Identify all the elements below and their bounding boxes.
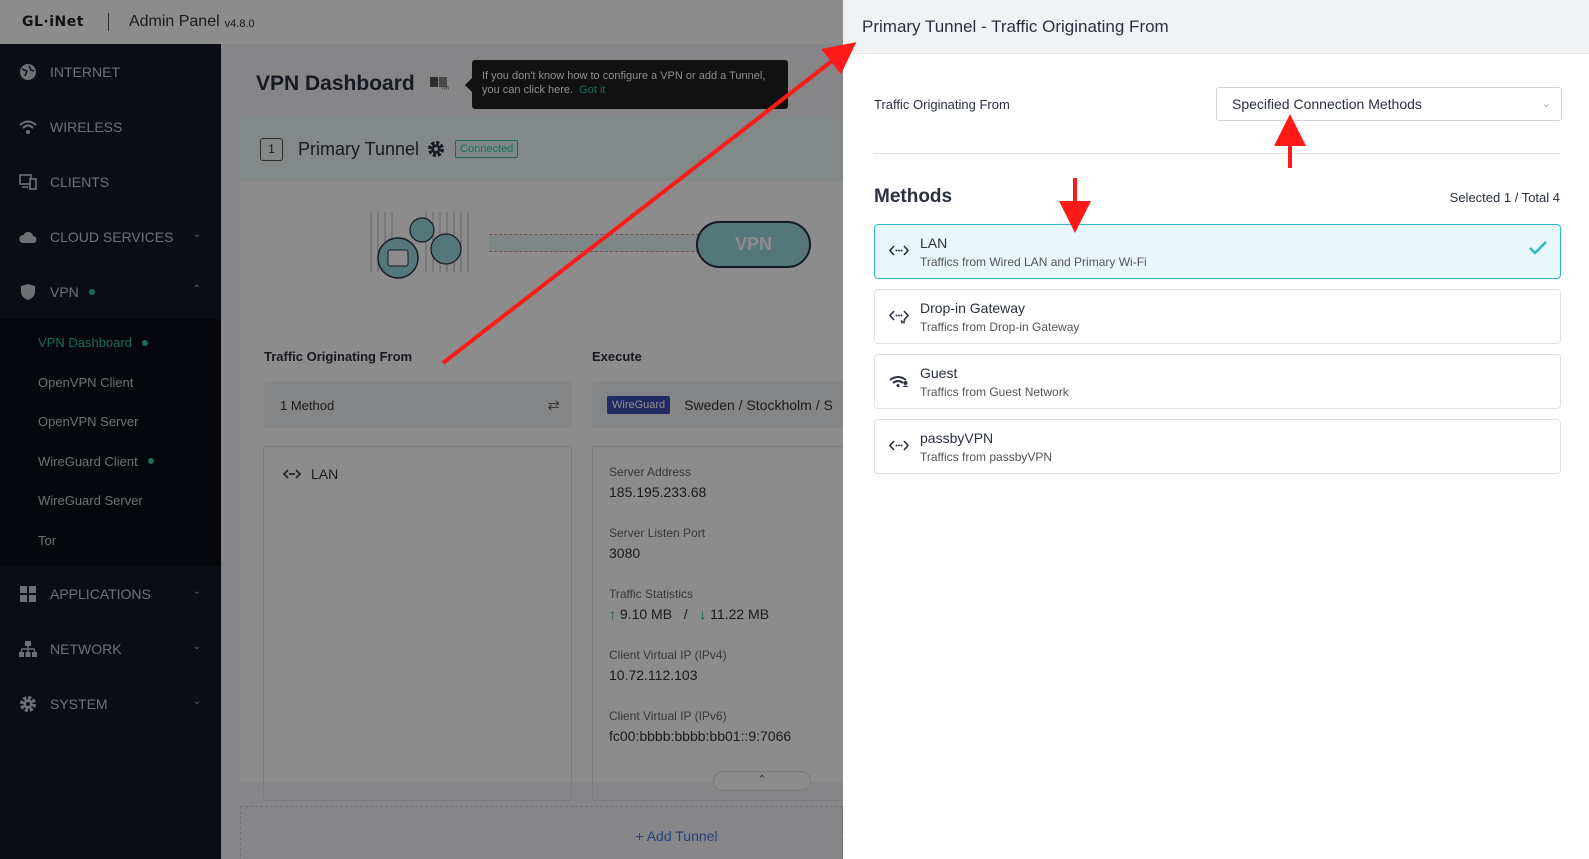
method-name: passbyVPN: [920, 430, 994, 446]
modal-overlay[interactable]: [0, 0, 843, 859]
method-card-passbyvpn[interactable]: passbyVPN Traffics from passbyVPN: [874, 419, 1561, 474]
section-divider: [874, 153, 1560, 154]
method-card-drop-in-gateway[interactable]: Drop-in Gateway Traffics from Drop-in Ga…: [874, 289, 1561, 344]
method-name: Guest: [920, 365, 958, 381]
method-description: Traffics from Wired LAN and Primary Wi-F…: [920, 255, 1147, 269]
method-description: Traffics from passbyVPN: [920, 450, 1053, 464]
guest-wifi-icon: [889, 375, 909, 387]
checkmark-icon: [1529, 241, 1547, 260]
passby-icon: [889, 440, 909, 451]
drawer-title: Primary Tunnel - Traffic Originating Fro…: [843, 0, 1589, 54]
method-card-guest[interactable]: Guest Traffics from Guest Network: [874, 354, 1561, 409]
method-description: Traffics from Drop-in Gateway: [920, 320, 1080, 334]
traffic-origin-label: Traffic Originating From: [874, 97, 1010, 112]
method-name: LAN: [920, 235, 948, 251]
methods-title: Methods: [874, 186, 953, 207]
select-value: Specified Connection Methods: [1232, 96, 1422, 112]
origin-form-row: Traffic Originating From Specified Conne…: [874, 87, 1562, 123]
gateway-icon: [889, 310, 909, 324]
traffic-origin-select[interactable]: Specified Connection Methods ⌄: [1216, 87, 1562, 121]
method-description: Traffics from Guest Network: [920, 385, 1069, 399]
method-card-lan[interactable]: LAN Traffics from Wired LAN and Primary …: [874, 224, 1561, 279]
method-name: Drop-in Gateway: [920, 300, 1026, 316]
chevron-down-icon: ⌄: [1541, 98, 1551, 110]
traffic-origin-drawer: Primary Tunnel - Traffic Originating Fro…: [843, 0, 1589, 859]
lan-icon: [889, 245, 909, 256]
methods-count: Selected 1 / Total 4: [1449, 190, 1560, 205]
